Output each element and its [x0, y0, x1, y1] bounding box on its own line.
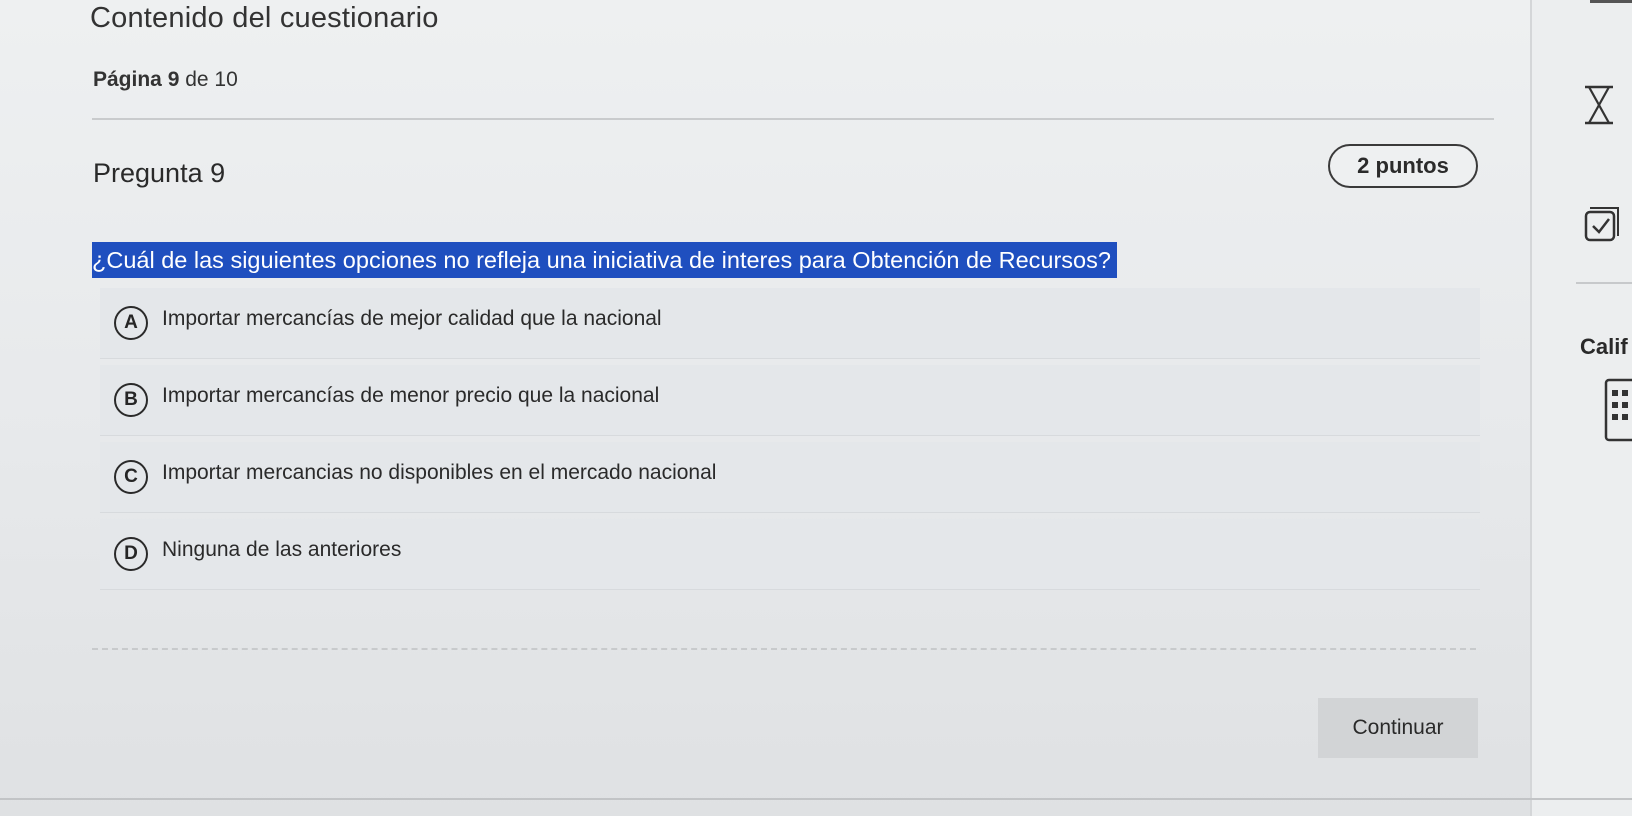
option-text-b: Importar mercancías de menor precio que … — [162, 384, 660, 407]
checkbox-icon[interactable] — [1584, 206, 1620, 242]
answer-option-a[interactable]: A Importar mercancías de mejor calidad q… — [100, 288, 1480, 359]
option-letter-a: A — [114, 306, 148, 340]
option-letter-d: D — [114, 537, 148, 571]
quiz-sidebar: Calif — [1530, 0, 1632, 816]
hourglass-icon[interactable] — [1582, 85, 1616, 125]
page-total: de 10 — [185, 68, 238, 91]
option-text-d: Ninguna de las anteriores — [162, 538, 402, 561]
answer-option-b[interactable]: B Importar mercancías de menor precio qu… — [100, 365, 1480, 436]
answer-options: A Importar mercancías de mejor calidad q… — [100, 288, 1480, 596]
option-letter-c: C — [114, 460, 148, 494]
quiz-content-title: Contenido del cuestionario — [90, 2, 439, 34]
header-divider — [92, 118, 1494, 120]
answer-option-c[interactable]: C Importar mercancias no disponibles en … — [100, 442, 1480, 513]
option-text-a: Importar mercancías de mejor calidad que… — [162, 307, 662, 330]
calculator-icon[interactable] — [1602, 378, 1632, 442]
quiz-main: Contenido del cuestionario Página 9 de 1… — [0, 0, 1530, 800]
points-badge: 2 puntos — [1328, 144, 1478, 188]
page-current: 9 — [167, 68, 180, 91]
question-text: ¿Cuál de las siguientes opciones no refl… — [92, 242, 1117, 278]
option-letter-b: B — [114, 383, 148, 417]
footer-divider — [92, 648, 1476, 650]
option-text-c: Importar mercancias no disponibles en el… — [162, 461, 717, 484]
sidebar-divider — [1576, 282, 1632, 284]
sidebar-top-divider — [1590, 0, 1632, 3]
page-indicator: Página 9 de 10 — [93, 68, 238, 92]
sidebar-grade-label: Calif — [1580, 334, 1628, 359]
question-title: Pregunta 9 — [93, 158, 226, 188]
page-label: Página — [93, 68, 162, 91]
continue-button[interactable]: Continuar — [1318, 698, 1478, 758]
answer-option-d[interactable]: D Ninguna de las anteriores — [100, 519, 1480, 590]
quiz-page: Contenido del cuestionario Página 9 de 1… — [0, 0, 1632, 816]
bottom-divider — [0, 798, 1632, 800]
